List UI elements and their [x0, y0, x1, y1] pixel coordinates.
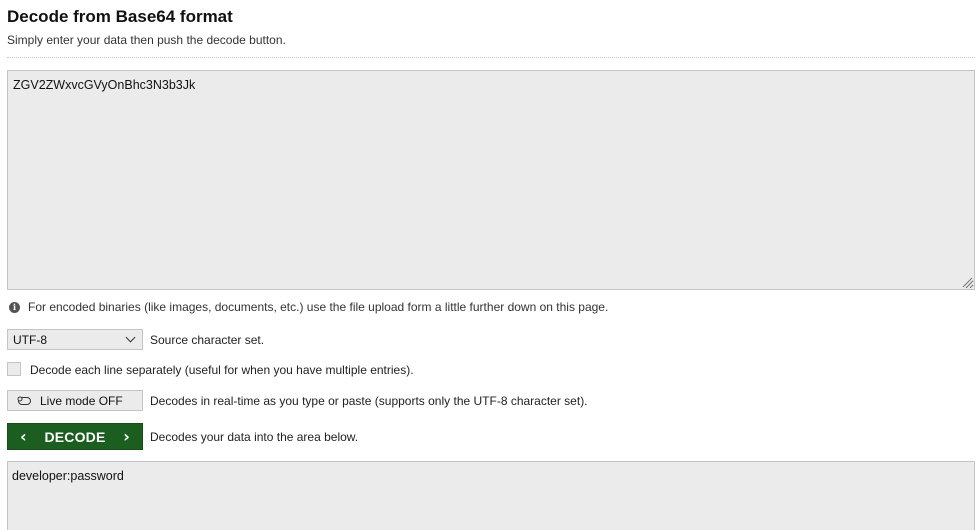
info-note: i For encoded binaries (like images, doc…: [9, 299, 608, 315]
page-subtitle: Simply enter your data then push the dec…: [7, 33, 286, 47]
chevron-left-icon: ‹: [20, 426, 27, 446]
live-mode-button[interactable]: Live mode OFF: [7, 390, 143, 411]
divider: [7, 57, 975, 58]
live-mode-description: Decodes in real-time as you type or past…: [150, 394, 588, 408]
decoded-output[interactable]: developer:password: [7, 461, 975, 530]
base64-input[interactable]: [7, 70, 975, 290]
toggle-icon: [18, 396, 31, 405]
page-title: Decode from Base64 format: [7, 7, 233, 26]
live-mode-label: Live mode OFF: [40, 393, 123, 408]
info-icon: i: [9, 301, 20, 313]
decode-lines-checkbox[interactable]: [7, 362, 21, 376]
charset-selected-value: UTF-8: [13, 332, 47, 347]
page: Decode from Base64 format Simply enter y…: [0, 0, 979, 530]
chevron-down-icon: [125, 332, 136, 343]
info-text: For encoded binaries (like images, docum…: [28, 300, 609, 314]
decode-button-label: DECODE: [44, 428, 106, 445]
decode-lines-label: Decode each line separately (useful for …: [30, 363, 414, 377]
chevron-right-icon: ›: [123, 426, 130, 446]
decode-button[interactable]: ‹ DECODE ›: [7, 423, 143, 450]
decode-description: Decodes your data into the area below.: [150, 430, 359, 444]
charset-label: Source character set.: [150, 333, 265, 347]
charset-select[interactable]: UTF-8: [7, 329, 143, 350]
